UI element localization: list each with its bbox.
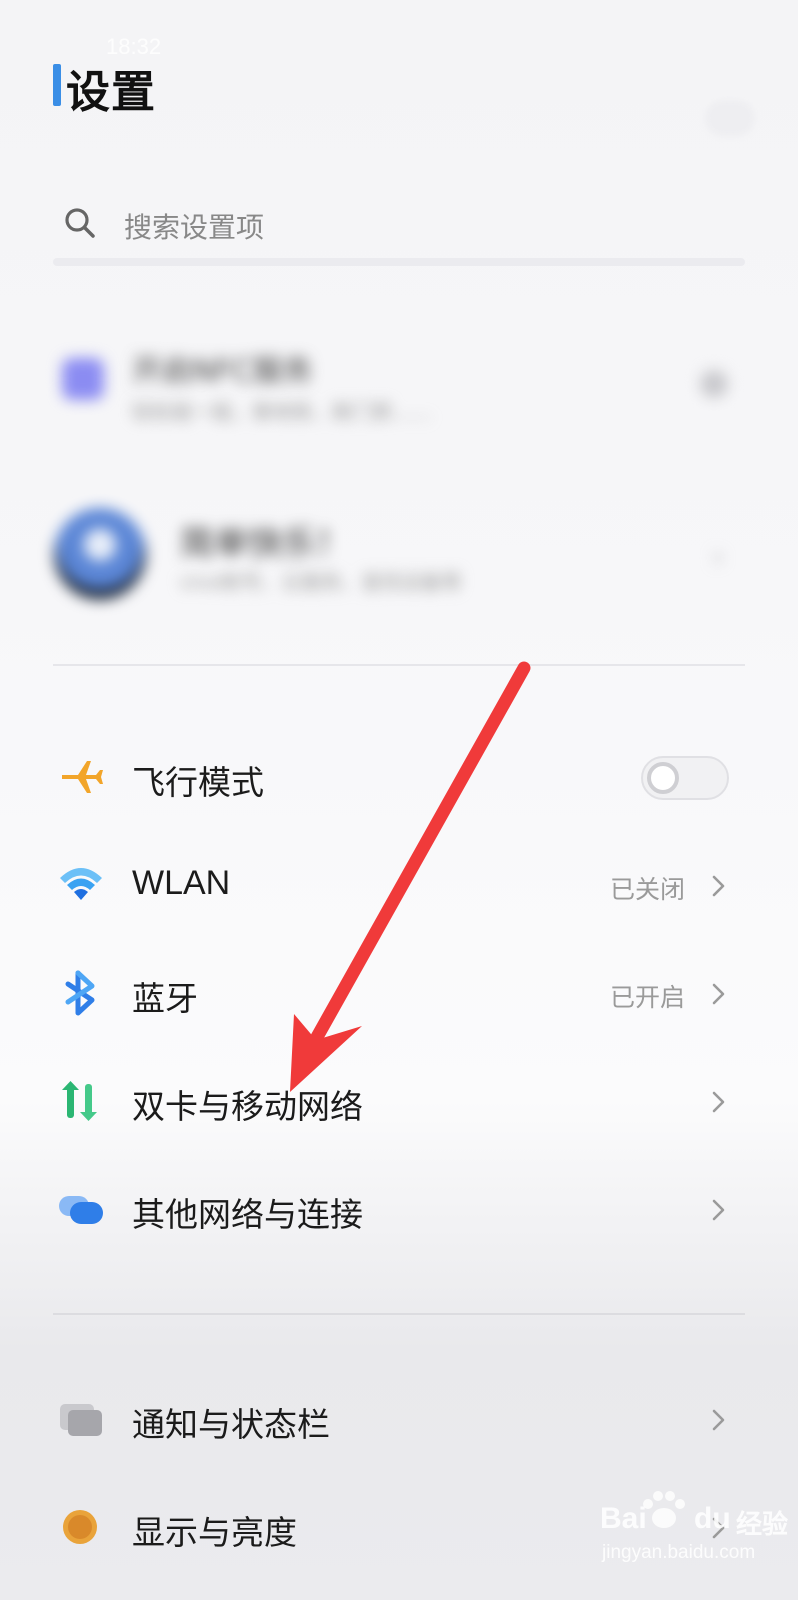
setting-row-other-network[interactable]: 其他网络与连接 (0, 1160, 798, 1260)
watermark-brand2: du (694, 1502, 731, 1535)
airplane-mode-label: 飞行模式 (132, 763, 264, 802)
wlan-label: WLAN (132, 864, 231, 902)
notifications-label: 通知与状态栏 (132, 1405, 330, 1444)
airplane-icon (62, 761, 103, 793)
avatar[interactable] (54, 508, 146, 600)
setting-row-notifications[interactable]: 通知与状态栏 (0, 1370, 798, 1470)
chevron-right-icon (712, 1409, 725, 1431)
profile-chevron-icon: › (712, 540, 724, 575)
chevron-right-icon (712, 1091, 725, 1113)
display-icon (63, 1510, 97, 1544)
toggle-knob (647, 762, 679, 794)
search-icon (65, 208, 95, 238)
divider (53, 1313, 745, 1315)
chevron-right-icon (712, 875, 725, 897)
setting-row-bluetooth[interactable]: 蓝牙 已开启 (0, 944, 798, 1044)
page-title: 设置 (66, 67, 156, 118)
watermark-cn: 经验 (736, 1510, 789, 1540)
notification-icon (60, 1404, 102, 1436)
display-label: 显示与亮度 (132, 1513, 297, 1552)
divider (53, 664, 745, 666)
baidu-watermark: Bai du 经验 jingyan.baidu.com (600, 1488, 790, 1568)
top-right-button[interactable] (705, 100, 755, 136)
nfc-card-subtitle: 轻松碰一碰，乘地铁、刷门禁…… (132, 400, 432, 424)
profile-subtitle: vivo帐号、云服务、查找设备等 (180, 570, 462, 594)
nfc-card-title[interactable]: 开启NFC服务 (132, 346, 313, 390)
setting-row-wlan[interactable]: WLAN 已关闭 (0, 836, 798, 936)
watermark-brand: Bai (600, 1502, 647, 1535)
profile-name[interactable]: 简单快乐！ (180, 516, 350, 565)
search-input[interactable]: 搜索设置项 (124, 206, 264, 246)
cloud-icon (59, 1196, 103, 1224)
chevron-right-icon (712, 1199, 725, 1221)
wifi-icon (60, 868, 102, 900)
bluetooth-status: 已开启 (609, 983, 685, 1012)
airplane-mode-toggle[interactable] (641, 756, 729, 800)
bluetooth-icon (65, 970, 95, 1016)
other-network-label: 其他网络与连接 (132, 1195, 363, 1234)
wlan-status: 已关闭 (609, 875, 685, 904)
watermark-url: jingyan.baidu.com (602, 1542, 756, 1563)
dual-sim-icon (62, 1081, 97, 1121)
title-accent-bar (53, 64, 61, 106)
chevron-right-icon (712, 983, 725, 1005)
setting-row-dual-sim[interactable]: 双卡与移动网络 (0, 1052, 798, 1152)
nfc-close-icon[interactable] (700, 370, 728, 398)
dual-sim-label: 双卡与移动网络 (132, 1087, 363, 1126)
nfc-icon (62, 358, 104, 400)
search-underline (53, 258, 745, 266)
bluetooth-label: 蓝牙 (132, 979, 198, 1018)
